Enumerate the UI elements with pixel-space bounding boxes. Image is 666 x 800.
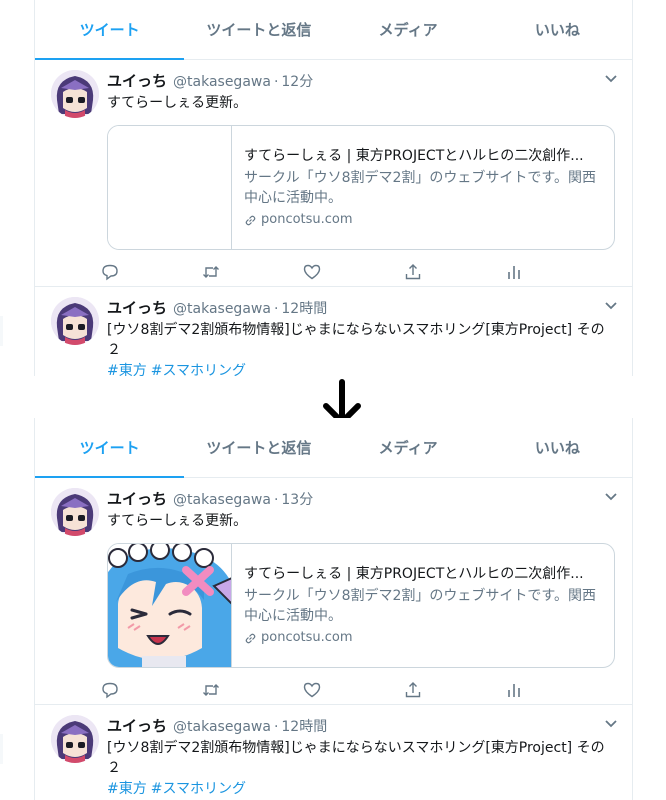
analytics-button[interactable] <box>505 670 606 710</box>
share-button[interactable] <box>404 252 505 292</box>
chevron-down-icon[interactable] <box>604 719 618 729</box>
after-screenshot: ツイート ツイートと返信 メディア いいね ユイっち @takasegawa ·… <box>0 418 666 800</box>
tab-tweets-and-replies[interactable]: ツイートと返信 <box>184 0 333 59</box>
share-icon <box>405 682 421 698</box>
tab-likes[interactable]: いいね <box>483 418 632 477</box>
reply-button[interactable] <box>101 252 202 292</box>
separator: · <box>273 492 279 508</box>
hashtags: #東方 #スマホリング <box>107 361 618 376</box>
separator: · <box>273 74 279 90</box>
share-icon <box>405 264 421 280</box>
tab-tweets[interactable]: ツイート <box>35 418 185 478</box>
like-icon <box>303 264 321 280</box>
user-handle[interactable]: @takasegawa <box>173 301 271 317</box>
avatar[interactable] <box>51 70 99 118</box>
tab-media[interactable]: メディア <box>334 0 483 59</box>
timestamp[interactable]: 13分 <box>281 489 313 509</box>
link-card[interactable]: すてらーしぇる | 東方PROJECTとハルヒの二次創作... サークル「ウソ8… <box>107 125 615 250</box>
link-card[interactable]: すてらーしぇる | 東方PROJECTとハルヒの二次創作... サークル「ウソ8… <box>107 543 615 668</box>
display-name[interactable]: ユイっち <box>107 70 167 91</box>
reply-icon <box>102 264 118 281</box>
avatar[interactable] <box>51 488 99 536</box>
card-title: すてらーしぇる | 東方PROJECTとハルヒの二次創作... <box>244 148 584 164</box>
avatar[interactable] <box>51 297 99 345</box>
link-icon <box>245 633 256 643</box>
retweet-icon <box>203 684 219 696</box>
chevron-down-icon[interactable] <box>604 301 618 311</box>
tab-tweets-and-replies[interactable]: ツイートと返信 <box>184 418 333 477</box>
reply-button[interactable] <box>101 670 202 710</box>
like-icon <box>303 682 321 698</box>
separator: · <box>273 301 279 317</box>
retweet-icon <box>203 266 219 278</box>
tweet[interactable]: ユイっち @takasegawa · 13分 すてらーしぇる更新。 すてらーしぇ… <box>35 478 632 705</box>
like-button[interactable] <box>303 670 404 710</box>
hashtag-link[interactable]: #東方 <box>107 781 147 797</box>
retweet-button[interactable] <box>202 670 303 710</box>
profile-timeline: ツイート ツイートと返信 メディア いいね ユイっち @takasegawa ·… <box>34 0 633 376</box>
share-button[interactable] <box>404 670 505 710</box>
analytics-icon <box>508 684 520 697</box>
tweet-actions <box>101 252 618 292</box>
hashtag-link[interactable]: #スマホリング <box>151 363 246 376</box>
edge-marker <box>0 316 3 346</box>
card-domain: poncotsu.com <box>244 210 602 230</box>
hashtag-link[interactable]: #スマホリング <box>151 781 246 797</box>
retweet-button[interactable] <box>202 252 303 292</box>
display-name[interactable]: ユイっち <box>107 297 167 318</box>
timestamp[interactable]: 12時間 <box>281 298 327 318</box>
tweet-text: [ウソ8割デマ2割頒布物情報]じゃまにならないスマホリング[東方Project]… <box>107 740 605 776</box>
card-image <box>108 544 232 667</box>
tab-likes[interactable]: いいね <box>483 0 632 59</box>
tweet[interactable]: ユイっち @takasegawa · 12分 すてらーしぇる更新。 すてらーしぇ… <box>35 60 632 287</box>
tab-media[interactable]: メディア <box>334 418 483 477</box>
profile-tabs: ツイート ツイートと返信 メディア いいね <box>35 418 632 478</box>
profile-tabs: ツイート ツイートと返信 メディア いいね <box>35 0 632 60</box>
analytics-button[interactable] <box>505 252 606 292</box>
card-description: サークル「ウソ8割デマ2割」のウェブサイトです。関西中心に活動中。 <box>244 588 596 624</box>
reply-icon <box>102 682 118 699</box>
user-handle[interactable]: @takasegawa <box>173 492 271 508</box>
user-handle[interactable]: @takasegawa <box>173 719 271 735</box>
edge-marker <box>0 734 3 764</box>
card-description: サークル「ウソ8割デマ2割」のウェブサイトです。関西中心に活動中。 <box>244 170 596 206</box>
hashtag-link[interactable]: #東方 <box>107 363 147 376</box>
tweet-text: [ウソ8割デマ2割頒布物情報]じゃまにならないスマホリング[東方Project]… <box>107 322 605 358</box>
like-button[interactable] <box>303 252 404 292</box>
tweet[interactable]: ユイっち @takasegawa · 12時間 [ウソ8割デマ2割頒布物情報]じ… <box>35 705 632 800</box>
card-title: すてらーしぇる | 東方PROJECTとハルヒの二次創作... <box>244 566 584 582</box>
analytics-icon <box>508 266 520 279</box>
timestamp[interactable]: 12分 <box>281 71 313 91</box>
anime-character-thumbnail <box>108 544 231 667</box>
avatar[interactable] <box>51 715 99 763</box>
card-image-empty <box>108 126 232 249</box>
tweet-text: すてらーしぇる更新。 <box>107 95 248 111</box>
profile-timeline: ツイート ツイートと返信 メディア いいね ユイっち @takasegawa ·… <box>34 418 633 800</box>
hashtags: #東方 #スマホリング <box>107 779 618 799</box>
tweet-actions <box>101 670 618 710</box>
user-handle[interactable]: @takasegawa <box>173 74 271 90</box>
tweet-text: すてらーしぇる更新。 <box>107 513 248 529</box>
card-domain: poncotsu.com <box>244 628 602 648</box>
link-icon <box>245 215 256 225</box>
tweet[interactable]: ユイっち @takasegawa · 12時間 [ウソ8割デマ2割頒布物情報]じ… <box>35 287 632 376</box>
separator: · <box>273 719 279 735</box>
chevron-down-icon[interactable] <box>604 74 618 84</box>
display-name[interactable]: ユイっち <box>107 488 167 509</box>
display-name[interactable]: ユイっち <box>107 715 167 736</box>
before-screenshot: ツイート ツイートと返信 メディア いいね ユイっち @takasegawa ·… <box>0 0 666 376</box>
timestamp[interactable]: 12時間 <box>281 716 327 736</box>
tab-tweets[interactable]: ツイート <box>35 0 185 60</box>
chevron-down-icon[interactable] <box>604 492 618 502</box>
